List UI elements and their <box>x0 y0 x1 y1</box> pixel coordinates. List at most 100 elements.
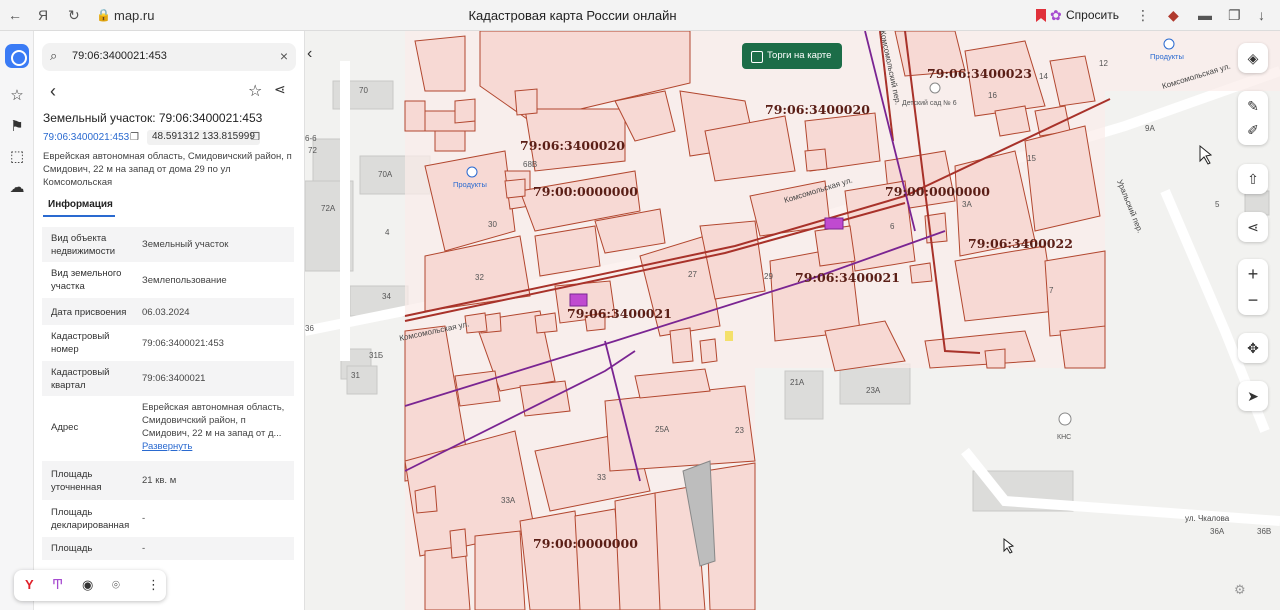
house-number: 6 <box>890 222 895 231</box>
collapse-panel-chevron-icon[interactable]: ‹ <box>307 45 312 63</box>
cloud-icon[interactable]: ☁ <box>8 179 26 197</box>
poi-label: Продукты <box>1150 52 1184 61</box>
eye-icon[interactable]: ◉ <box>82 577 93 593</box>
coordinates-chip[interactable]: 48.591312 133.815999 <box>147 130 260 145</box>
favorite-star-icon[interactable]: ☆ <box>248 81 262 101</box>
copy-icon[interactable]: ❐ <box>130 132 139 143</box>
app-rail: ☆ ⚑ ⬚ ☁ <box>0 31 34 610</box>
pan-control[interactable]: ✥ <box>1238 333 1268 363</box>
poi-label: КНС <box>1057 434 1071 441</box>
lens-icon[interactable]: ⌾ <box>112 577 120 593</box>
house-number: 31Б <box>369 351 383 360</box>
locate-control[interactable]: ➤ <box>1238 381 1268 411</box>
row-value: Землепользование <box>142 275 227 286</box>
table-row: Дата присвоения 06.03.2024 <box>42 298 294 326</box>
select-area-icon[interactable]: ⬚ <box>8 148 26 166</box>
copy-coordinates-icon[interactable]: ❐ <box>251 132 260 143</box>
house-number: 68В <box>523 160 537 169</box>
page-title: Кадастровая карта России онлайн <box>468 8 677 23</box>
table-row: Вид земельного участка Землепользование <box>42 263 294 298</box>
house-number: 27 <box>688 270 697 279</box>
draw-control: ✎ ✐ <box>1238 91 1268 145</box>
text-translate-icon[interactable]: Ͳ <box>52 577 63 593</box>
search-value[interactable]: 79:06:3400021:453 <box>72 50 167 62</box>
move-icon[interactable]: ✥ <box>1238 339 1268 357</box>
house-number: 7 <box>1049 286 1054 295</box>
cloud-upload-icon[interactable]: ⇧ <box>1238 170 1268 188</box>
expand-link[interactable]: Развернуть <box>142 441 192 452</box>
zoom-out-icon[interactable]: − <box>1238 291 1268 309</box>
extension-icon[interactable]: ◆ <box>1168 6 1179 24</box>
row-key: Кадастровый номер <box>51 331 110 355</box>
more-dots-icon[interactable]: ⋮ <box>147 577 160 593</box>
share-map-icon[interactable]: ⋖ <box>1238 218 1268 236</box>
house-number: 70 <box>359 86 368 95</box>
menu-dots-icon[interactable]: ⋮ <box>1136 6 1150 24</box>
map-view[interactable]: 79:06:3400023 79:06:3400020 79:06:340002… <box>305 31 1280 610</box>
favorites-icon[interactable]: ☆ <box>8 87 26 105</box>
table-row: Вид объекта недвижимости Земельный участ… <box>42 227 294 263</box>
search-input[interactable]: ⌕ 79:06:3400021:453 × <box>42 43 296 71</box>
navigation-arrow-icon[interactable]: ➤ <box>1238 387 1268 405</box>
quarter-label: 79:06:3400020 <box>520 138 625 153</box>
house-number: 36В <box>1257 527 1271 536</box>
street-label: ул. Чкалова <box>1185 514 1230 523</box>
table-row: Кадастровый номер 79:06:3400021:453 <box>42 326 294 361</box>
quarter-label: 79:00:0000000 <box>533 184 638 199</box>
flag-icon[interactable]: ⚑ <box>8 118 26 136</box>
house-number: 31 <box>351 371 360 380</box>
house-number: 6-6 <box>305 134 317 143</box>
row-key: Вид объекта недвижимости <box>51 233 116 257</box>
share-control[interactable]: ⋖ <box>1238 212 1268 242</box>
row-value: - <box>142 543 146 554</box>
table-row: Адрес Еврейская автономная область, Смид… <box>42 397 294 461</box>
house-number: 30 <box>488 220 497 229</box>
settings-gear-icon[interactable]: ⚙ <box>1234 582 1246 598</box>
house-number: 70А <box>378 170 393 179</box>
cad-number-link[interactable]: 79:06:3400021:453 <box>43 132 129 143</box>
poi-label: Детский сад № 6 <box>902 99 957 107</box>
house-number: 36А <box>1210 527 1225 536</box>
row-value: 21 кв. м <box>142 475 177 486</box>
share-icon[interactable]: ⋖ <box>274 81 286 98</box>
map-canvas[interactable]: 79:06:3400023 79:06:3400020 79:06:340002… <box>305 31 1280 610</box>
layers-control[interactable]: ◈ <box>1238 43 1268 73</box>
layers-icon[interactable]: ◈ <box>1238 49 1268 67</box>
poi-label: Продукты <box>453 180 487 189</box>
row-key: Дата присвоения <box>51 307 127 318</box>
ask-button[interactable]: Спросить <box>1066 8 1119 22</box>
tab-information[interactable]: Информация <box>48 199 113 210</box>
parcel-address: Еврейская автономная область, Смидовичск… <box>43 151 292 188</box>
row-value: 79:06:3400021 <box>142 373 206 384</box>
house-number: 16 <box>988 91 997 100</box>
table-row: Площадь уточненная 21 кв. м <box>42 461 294 501</box>
house-number: 9А <box>1145 124 1155 133</box>
house-number: 4 <box>385 228 390 237</box>
upload-control[interactable]: ⇧ <box>1238 164 1268 194</box>
app-logo-icon[interactable] <box>5 44 29 68</box>
clear-search-icon[interactable]: × <box>280 48 288 64</box>
edit-icon[interactable]: ✐ <box>1238 121 1268 139</box>
parcel-title: Земельный участок: 79:06:3400021:453 <box>43 111 263 125</box>
quarter-label: 79:06:3400021 <box>567 306 672 321</box>
tabs-icon[interactable]: ❐ <box>1228 6 1241 24</box>
torgi-toggle-button[interactable]: Торги на карте <box>742 43 842 69</box>
download-icon[interactable]: ↓ <box>1258 6 1265 24</box>
back-chevron-icon[interactable]: ‹ <box>50 81 56 102</box>
quarter-label: 79:06:3400021 <box>795 270 900 285</box>
house-number: 23 <box>735 426 744 435</box>
ruler-icon[interactable]: ✎ <box>1238 97 1268 115</box>
house-number: 14 <box>1039 72 1048 81</box>
yandex-y-icon[interactable]: Y <box>25 577 34 593</box>
house-number: 29 <box>764 272 773 281</box>
house-number: 32 <box>475 273 484 282</box>
quarter-label: 79:00:0000000 <box>533 536 638 551</box>
house-number: 3А <box>962 200 972 209</box>
row-key: Площадь <box>51 543 93 554</box>
parcel-info-panel: ⌕ 79:06:3400021:453 × ‹ ☆ ⋖ Земельный уч… <box>34 31 305 610</box>
ai-ask-icon[interactable]: ✿ <box>1050 6 1062 24</box>
house-number: 34 <box>382 292 391 301</box>
row-key: Вид земельного участка <box>51 268 122 292</box>
zoom-in-icon[interactable]: + <box>1238 265 1268 283</box>
downloads-tray-icon[interactable]: ▬ <box>1198 6 1212 24</box>
